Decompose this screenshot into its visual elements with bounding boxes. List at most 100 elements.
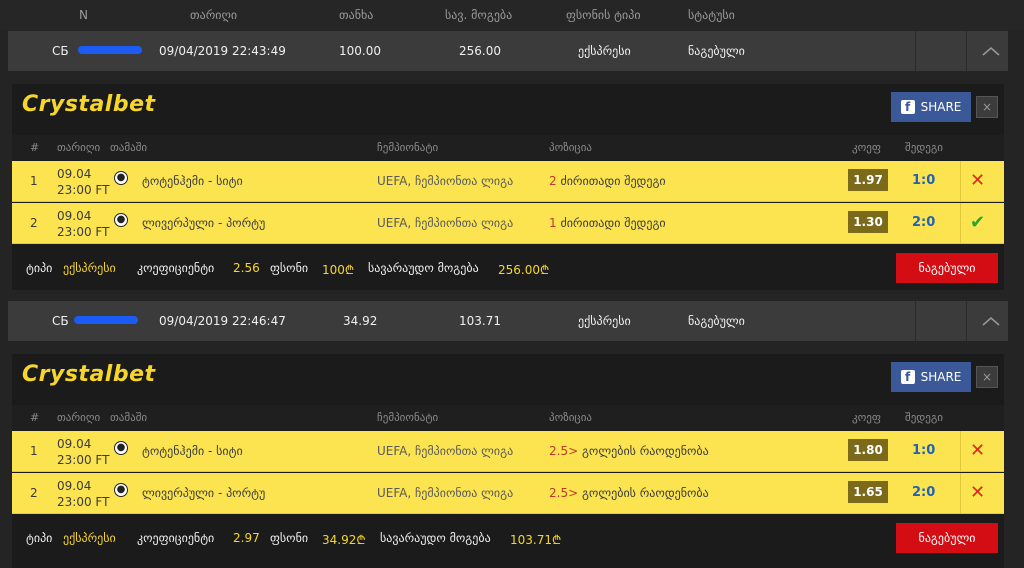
- soccer-ball-icon: ●: [114, 213, 128, 227]
- bet-num: 1: [30, 444, 38, 458]
- col-odd: კოეფ: [852, 141, 881, 154]
- bet-position: 1 ძირითადი შედეგი: [549, 216, 666, 230]
- bet-result: 2:0: [912, 485, 936, 500]
- bet-result: 2:0: [912, 215, 936, 230]
- bet-time: 09.04 23:00 FT: [57, 437, 110, 467]
- col-champ: ჩემპიონატი: [377, 411, 439, 424]
- bet-odd: 1.65: [848, 481, 888, 503]
- share-button[interactable]: f SHARE: [891, 92, 971, 122]
- table-row: 1 09.04 23:00 FT ● ტოტენჰემი - სიტი UEFA,…: [12, 161, 1004, 202]
- status-button[interactable]: ნაგებული: [896, 523, 998, 553]
- slip-amount: 100.00: [339, 44, 381, 58]
- bet-match[interactable]: ტოტენჰემი - სიტი: [142, 174, 243, 188]
- win-icon: ✔: [970, 212, 986, 233]
- bet-match[interactable]: ტოტენჰემი - სიტი: [142, 444, 243, 458]
- bet-match[interactable]: ლივერპული - პორტუ: [142, 486, 265, 500]
- col-date: თარიღი: [57, 141, 101, 154]
- chevron-up-icon[interactable]: [978, 313, 1004, 329]
- bet-position: 2.5> გოლების რაოდენობა: [549, 444, 709, 458]
- bet-position: 2 ძირითადი შედეგი: [549, 174, 666, 188]
- crystalbet-logo: Crystalbet: [22, 92, 156, 117]
- table-row: 2 09.04 23:00 FT ● ლივერპული - პორტუ UEFA…: [12, 203, 1004, 244]
- slip-row[interactable]: СБ 09/04/2019 22:43:49 100.00 256.00 ექს…: [8, 31, 1008, 71]
- soccer-ball-icon: ●: [114, 171, 128, 185]
- bet-champ: UEFA, ჩემპიონთა ლიგა: [377, 444, 514, 458]
- slip-potential: 103.71: [459, 314, 501, 328]
- bet-time: 09.04 23:00 FT: [57, 209, 110, 239]
- bet-odd: 1.80: [848, 439, 888, 461]
- slip-status: ნაგებული: [688, 314, 745, 328]
- divider: [915, 31, 916, 71]
- col-match: თამაში: [110, 411, 148, 424]
- slip-row[interactable]: СБ 09/04/2019 22:46:47 34.92 103.71 ექსპ…: [8, 301, 1008, 341]
- col-date: თარიღი: [190, 8, 238, 22]
- bet-position: 2.5> გოლების რაოდენობა: [549, 486, 709, 500]
- bets-header: # თარიღი თამაში ჩემპიონატი პოზიცია კოეფ …: [12, 135, 1004, 160]
- bet-summary: ტიპი ექსპრესი კოეფიციენტი 2.97 ფსონი 34.…: [12, 516, 1004, 560]
- slip-date: 09/04/2019 22:46:47: [159, 314, 286, 328]
- loss-icon: ✕: [970, 440, 986, 461]
- bet-num: 2: [30, 486, 38, 500]
- slip-id: СБ: [52, 314, 69, 328]
- soccer-ball-icon: ●: [114, 441, 128, 455]
- divider: [966, 301, 967, 341]
- slip-status: ნაგებული: [688, 44, 745, 58]
- table-row: 2 09.04 23:00 FT ● ლივერპული - პორტუ UEFA…: [12, 473, 1004, 514]
- redaction: [74, 316, 138, 324]
- close-icon[interactable]: ×: [976, 96, 998, 118]
- col-result: შედეგი: [905, 141, 943, 154]
- bet-num: 2: [30, 216, 38, 230]
- table-row: 1 09.04 23:00 FT ● ტოტენჰემი - სიტი UEFA,…: [12, 431, 1004, 472]
- col-amount: თანხა: [339, 8, 374, 22]
- col-num: #: [30, 141, 40, 154]
- col-num: #: [30, 411, 40, 424]
- col-n: N: [79, 8, 88, 22]
- chevron-up-icon[interactable]: [978, 43, 1004, 59]
- bet-time: 09.04 23:00 FT: [57, 167, 110, 197]
- facebook-icon: f: [900, 370, 915, 384]
- share-button[interactable]: f SHARE: [891, 362, 971, 392]
- col-match: თამაში: [110, 141, 148, 154]
- col-odd: კოეფ: [852, 411, 881, 424]
- bet-num: 1: [30, 174, 38, 188]
- slip-type: ექსპრესი: [578, 44, 631, 58]
- bet-odd: 1.97: [848, 169, 888, 191]
- col-potential: სავ. მოგება: [445, 8, 513, 22]
- divider: [915, 301, 916, 341]
- loss-icon: ✕: [970, 170, 986, 191]
- bet-result: 1:0: [912, 443, 936, 458]
- bet-result: 1:0: [912, 173, 936, 188]
- crystalbet-logo: Crystalbet: [22, 362, 156, 387]
- table-header: N თარიღი თანხა სავ. მოგება ფსონის ტიპი ს…: [0, 0, 1024, 30]
- col-champ: ჩემპიონატი: [377, 141, 439, 154]
- bet-champ: UEFA, ჩემპიონთა ლიგა: [377, 216, 514, 230]
- col-status: სტატუსი: [688, 8, 735, 22]
- bets-header: # თარიღი თამაში ჩემპიონატი პოზიცია კოეფ …: [12, 405, 1004, 430]
- col-type: ფსონის ტიპი: [566, 8, 641, 22]
- col-pos: პოზიცია: [549, 141, 592, 154]
- redaction: [78, 46, 142, 54]
- col-result: შედეგი: [905, 411, 943, 424]
- slip-potential: 256.00: [459, 44, 501, 58]
- slip-id: СБ: [52, 44, 69, 58]
- loss-icon: ✕: [970, 482, 986, 503]
- col-pos: პოზიცია: [549, 411, 592, 424]
- share-label: SHARE: [920, 100, 962, 114]
- facebook-icon: f: [900, 100, 915, 114]
- share-label: SHARE: [920, 370, 962, 384]
- bet-odd: 1.30: [848, 211, 888, 233]
- slip-date: 09/04/2019 22:43:49: [159, 44, 286, 58]
- bet-champ: UEFA, ჩემპიონთა ლიგა: [377, 174, 514, 188]
- col-date: თარიღი: [57, 411, 101, 424]
- slip-type: ექსპრესი: [578, 314, 631, 328]
- status-button[interactable]: ნაგებული: [896, 253, 998, 283]
- close-icon[interactable]: ×: [976, 366, 998, 388]
- bet-card: Crystalbet f SHARE × # თარიღი თამაში ჩემ…: [12, 354, 1004, 568]
- bet-card: Crystalbet f SHARE × # თარიღი თამაში ჩემ…: [12, 84, 1004, 290]
- bet-time: 09.04 23:00 FT: [57, 479, 110, 509]
- bet-champ: UEFA, ჩემპიონთა ლიგა: [377, 486, 514, 500]
- divider: [966, 31, 967, 71]
- bet-summary: ტიპი ექსპრესი კოეფიციენტი 2.56 ფსონი 100…: [12, 246, 1004, 290]
- bet-match[interactable]: ლივერპული - პორტუ: [142, 216, 265, 230]
- slip-amount: 34.92: [343, 314, 378, 328]
